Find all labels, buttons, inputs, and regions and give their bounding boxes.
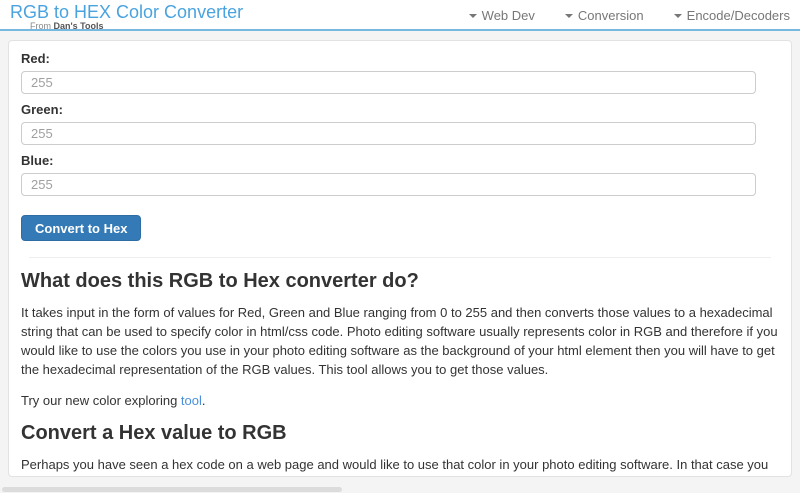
- what-section-body: It takes input in the form of values for…: [21, 303, 779, 379]
- color-exploring-tool-link[interactable]: tool: [181, 393, 202, 408]
- green-input[interactable]: [21, 122, 756, 145]
- nav-item-label: Encode/Decoders: [687, 8, 790, 23]
- main-content-card: Red: Green: Blue: Convert to Hex What do…: [8, 40, 792, 477]
- horizontal-scrollbar-thumb[interactable]: [2, 487, 342, 492]
- nav-item-label: Conversion: [578, 8, 644, 23]
- header: RGB to HEX Color Converter From Dan's To…: [0, 0, 800, 31]
- form-group-green: Green:: [21, 102, 779, 145]
- nav-item-web-dev[interactable]: Web Dev: [469, 8, 535, 23]
- brand-subtitle-prefix: From: [30, 21, 54, 31]
- try-tool-suffix: .: [202, 393, 206, 408]
- blue-label: Blue:: [21, 153, 779, 168]
- convert-to-hex-button[interactable]: Convert to Hex: [21, 215, 141, 241]
- form-group-red: Red:: [21, 51, 779, 94]
- top-nav: Web Dev Conversion Encode/Decoders: [469, 0, 790, 31]
- nav-item-conversion[interactable]: Conversion: [565, 8, 644, 23]
- hex2rgb-section-body: Perhaps you have seen a hex code on a we…: [21, 455, 779, 477]
- brand-name: Dan's Tools: [54, 21, 104, 31]
- try-tool-line: Try our new color exploring tool.: [21, 391, 779, 410]
- chevron-down-icon: [469, 14, 477, 18]
- hex2rgb-section-heading: Convert a Hex value to RGB: [21, 422, 779, 445]
- green-label: Green:: [21, 102, 779, 117]
- red-input[interactable]: [21, 71, 756, 94]
- nav-item-label: Web Dev: [482, 8, 535, 23]
- form-group-blue: Blue:: [21, 153, 779, 196]
- chevron-down-icon: [565, 14, 573, 18]
- red-label: Red:: [21, 51, 779, 66]
- try-tool-prefix: Try our new color exploring: [21, 393, 181, 408]
- blue-input[interactable]: [21, 173, 756, 196]
- chevron-down-icon: [674, 14, 682, 18]
- nav-item-encode-decoders[interactable]: Encode/Decoders: [674, 8, 790, 23]
- divider: [29, 257, 771, 258]
- what-section-heading: What does this RGB to Hex converter do?: [21, 270, 779, 293]
